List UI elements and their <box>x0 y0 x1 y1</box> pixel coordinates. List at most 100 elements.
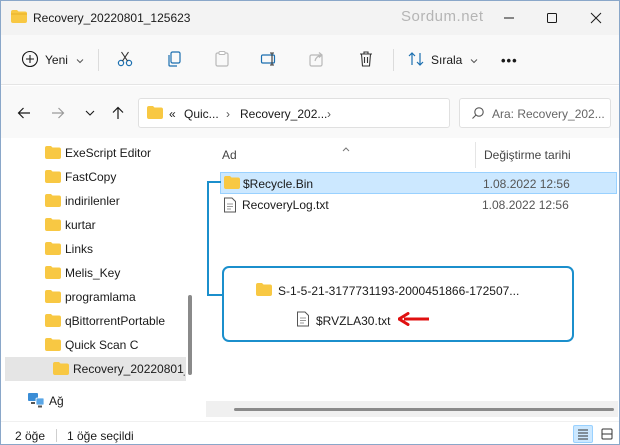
nav-item-label: kurtar <box>65 218 96 232</box>
tiles-view-button[interactable] <box>597 425 617 443</box>
new-button[interactable]: Yeni <box>21 45 84 75</box>
folder-icon <box>256 283 272 299</box>
back-button[interactable] <box>13 102 35 124</box>
folder-icon <box>45 146 61 162</box>
nav-item-label: programlama <box>65 290 136 304</box>
nav-item[interactable]: Quick Scan C <box>1 333 186 357</box>
share-button[interactable] <box>308 45 326 75</box>
nav-item-label: indirilenler <box>65 194 120 208</box>
more-options-button[interactable]: ••• <box>501 45 518 75</box>
rename-icon <box>260 50 278 71</box>
folder-icon <box>45 218 61 234</box>
share-icon <box>308 50 326 71</box>
nav-item[interactable]: ExeScript Editor <box>1 141 186 165</box>
nav-item[interactable]: programlama <box>1 285 186 309</box>
scrollbar-thumb[interactable] <box>234 408 614 411</box>
folder-icon <box>45 314 61 330</box>
command-bar: Yeni Sırala ••• <box>1 35 619 85</box>
nav-item[interactable]: kurtar <box>1 213 186 237</box>
selection-count: 1 öğe seçildi <box>67 429 134 443</box>
breadcrumb-separator-icon: › <box>327 107 331 121</box>
nav-item[interactable]: FastCopy <box>1 165 186 189</box>
file-explorer-window: Recovery_20220801_125623 Sordum.net Yeni <box>0 0 620 445</box>
breadcrumb-overflow[interactable]: « <box>169 107 176 121</box>
address-row: « Quic... › Recovery_202... › Ara: Recov… <box>1 86 619 138</box>
recovered-file-item: $RVZLA30.txt <box>296 311 430 330</box>
trash-icon <box>357 50 375 71</box>
file-row[interactable]: $Recycle.Bin 1.08.2022 12:56 <box>220 172 617 194</box>
rename-button[interactable] <box>260 45 278 75</box>
column-header-name[interactable]: Ad <box>222 148 237 162</box>
paste-button[interactable] <box>213 45 231 75</box>
copy-button[interactable] <box>165 45 183 75</box>
nav-item-label: Recovery_20220801_1 <box>73 362 185 376</box>
recent-locations-button[interactable] <box>79 102 101 124</box>
delete-button[interactable] <box>357 45 375 75</box>
more-dots-icon: ••• <box>501 52 518 68</box>
cut-button[interactable] <box>116 45 134 75</box>
clipboard-icon <box>213 50 231 71</box>
chevron-down-icon <box>470 53 478 67</box>
file-row[interactable]: RecoveryLog.txt 1.08.2022 12:56 <box>220 194 617 216</box>
callout-box: S-1-5-21-3177731193-2000451866-172507...… <box>222 266 574 342</box>
ribbon-divider <box>98 49 99 71</box>
details-view-button[interactable] <box>573 425 593 443</box>
status-divider <box>56 429 57 442</box>
sort-ascending-icon <box>342 141 350 155</box>
network-icon <box>27 392 45 411</box>
subfolder-item: S-1-5-21-3177731193-2000451866-172507... <box>256 283 519 299</box>
nav-item-label: FastCopy <box>65 170 117 184</box>
column-header-date[interactable]: Değiştirme tarihi <box>484 148 571 162</box>
column-divider[interactable] <box>475 142 476 168</box>
nav-item[interactable]: Melis_Key <box>1 261 186 285</box>
nav-item-label: Ağ <box>49 394 64 408</box>
tiles-view-icon <box>601 428 613 440</box>
maximize-button[interactable] <box>530 1 574 35</box>
recovered-file-name: $RVZLA30.txt <box>316 313 391 328</box>
search-box[interactable]: Ara: Recovery_202... <box>459 98 611 128</box>
nav-item[interactable]: qBittorrentPortable <box>1 309 186 333</box>
sort-label: Sırala <box>431 53 463 67</box>
copy-icon <box>165 50 183 71</box>
folder-icon <box>45 242 61 258</box>
details-view-icon <box>578 429 588 440</box>
navigation-pane: ExeScript Editor FastCopy indirilenler k… <box>1 138 197 421</box>
nav-item-label: qBittorrentPortable <box>65 314 166 328</box>
close-button[interactable] <box>574 1 618 35</box>
folder-icon <box>224 176 240 192</box>
item-count: 2 öğe <box>15 429 46 443</box>
address-bar[interactable]: « Quic... › Recovery_202... › <box>138 98 450 128</box>
nav-item-label: ExeScript Editor <box>65 146 152 160</box>
chevron-down-icon <box>76 53 84 67</box>
breadcrumb-item[interactable]: Recovery_202... <box>240 107 327 121</box>
file-list: Ad Değiştirme tarihi $Recycle.Bin 1.08.2… <box>199 138 619 421</box>
folder-icon <box>45 266 61 282</box>
nav-item[interactable]: Links <box>1 237 186 261</box>
nav-item-selected[interactable]: Recovery_20220801_1 <box>5 357 186 381</box>
forward-button[interactable] <box>47 102 69 124</box>
folder-icon <box>45 338 61 354</box>
callout-connector <box>207 181 209 296</box>
nav-item-label: Quick Scan C <box>65 338 139 352</box>
breadcrumb-item[interactable]: Quic... <box>184 107 219 121</box>
ribbon-divider <box>393 49 394 71</box>
nav-scrollbar[interactable] <box>188 295 192 375</box>
new-label: Yeni <box>45 53 68 67</box>
sort-button[interactable]: Sırala <box>407 45 478 75</box>
subfolder-name: S-1-5-21-3177731193-2000451866-172507... <box>278 284 520 298</box>
nav-item[interactable]: indirilenler <box>1 189 186 213</box>
watermark: Sordum.net <box>401 8 484 25</box>
nav-item-label: Links <box>65 242 94 256</box>
search-input[interactable]: Ara: Recovery_202... <box>492 107 605 121</box>
folder-icon <box>11 10 27 26</box>
folder-icon <box>53 362 69 378</box>
up-button[interactable] <box>107 102 129 124</box>
horizontal-scrollbar[interactable] <box>206 401 618 417</box>
window-title: Recovery_20220801_125623 <box>33 11 191 25</box>
file-name: $Recycle.Bin <box>243 177 314 191</box>
minimize-button[interactable] <box>487 1 531 35</box>
sort-arrows-icon <box>407 50 425 71</box>
callout-connector <box>207 181 221 183</box>
plus-circle-icon <box>21 50 39 71</box>
nav-item-network[interactable]: Ağ <box>1 389 186 413</box>
